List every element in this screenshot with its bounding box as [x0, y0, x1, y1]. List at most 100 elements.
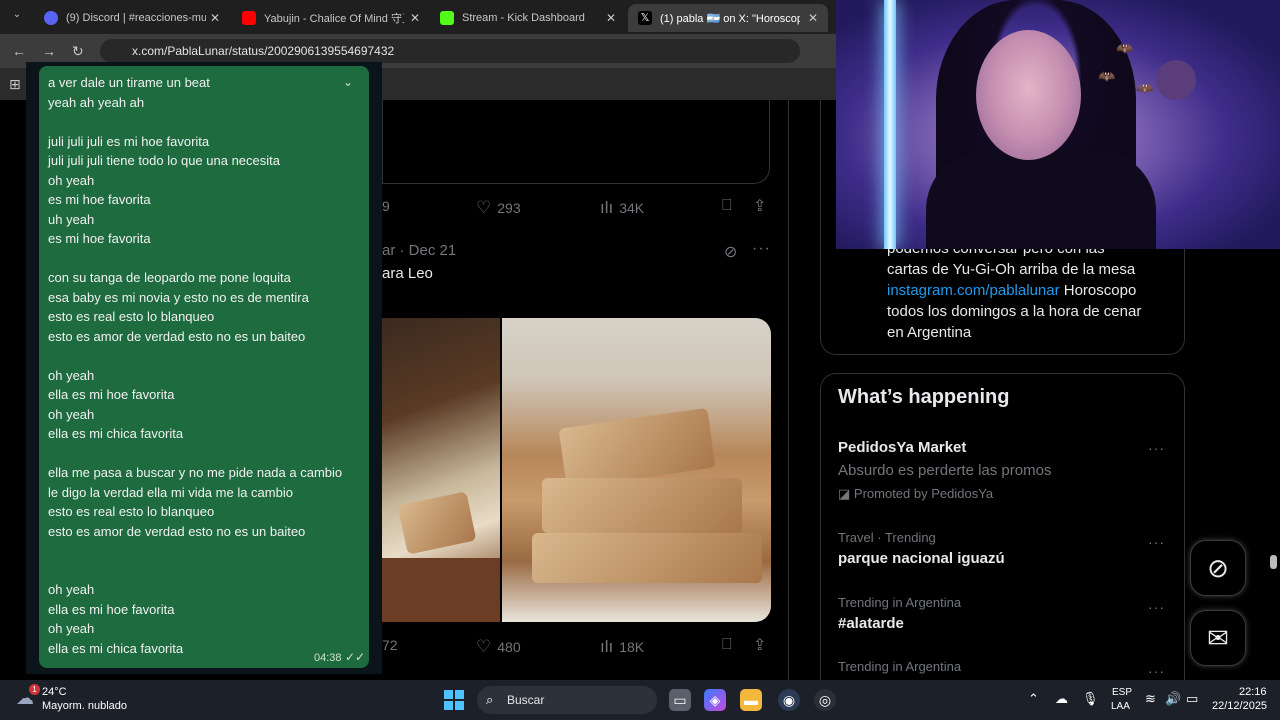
file-explorer-icon[interactable]: ▬: [740, 689, 762, 711]
lyric-line: ella es mi chica favorita: [48, 426, 184, 441]
nougat-piece: [532, 533, 762, 583]
apps-grid-icon[interactable]: ⊞: [9, 77, 23, 91]
bio-text: Horoscopo: [1059, 282, 1137, 299]
close-icon[interactable]: ✕: [410, 11, 420, 25]
nougat-piece: [397, 491, 477, 555]
nougat-piece: [542, 478, 742, 533]
taskbar-search[interactable]: ⌕ Buscar: [477, 686, 657, 714]
double-check-icon: ✓✓: [345, 650, 366, 664]
media-image-right[interactable]: [502, 318, 771, 622]
windows-start-icon[interactable]: [444, 690, 464, 710]
close-icon[interactable]: ✕: [210, 11, 220, 25]
tab-kick[interactable]: Stream - Kick Dashboard ✕: [430, 4, 626, 32]
back-arrow-icon[interactable]: ←: [12, 43, 26, 59]
windows-taskbar: ☁ 1 24°C Mayorm. nublado ⌕ Buscar ▭ ◈ ▬ …: [0, 680, 1280, 720]
lyric-line: juli juli juli es mi hoe favorita: [48, 133, 210, 149]
bat-decoration-icon: 🦇: [1116, 40, 1134, 56]
reply-count[interactable]: 72: [382, 637, 398, 653]
bat-decoration-icon: 🦇: [1136, 80, 1154, 96]
onedrive-icon[interactable]: ☁: [1055, 691, 1068, 707]
bio-line: instagram.com/pablalunar Horoscopo: [887, 280, 1172, 301]
profile-bio: podemos conversar pero con las cartas de…: [887, 238, 1172, 343]
whats-happening-panel: [820, 373, 1185, 683]
more-options-icon[interactable]: ···: [1148, 440, 1165, 456]
language-indicator[interactable]: ESP: [1112, 687, 1132, 698]
bookmark-icon[interactable]: ⎕: [722, 636, 732, 654]
lyric-line: ella es mi hoe favorita: [48, 601, 175, 617]
tab-x-active[interactable]: 𝕏 (1) pabla 🇦🇷 on X: "Horoscopo ✕: [628, 4, 828, 32]
views-button[interactable]: ılı 18K: [600, 637, 644, 657]
screen: ⌄ (9) Discord | #reacciones-musik ✕ Yabu…: [0, 0, 1280, 720]
nougat-piece: [558, 407, 716, 489]
task-view-icon[interactable]: ▭: [669, 689, 691, 711]
promoted-icon: ◪: [838, 486, 854, 501]
lyric-line: esto es amor de verdad esto no es un bai…: [48, 328, 306, 344]
clock-date[interactable]: 22/12/2025: [1212, 700, 1267, 712]
search-icon: ⌕: [486, 692, 494, 707]
discord-icon: [44, 11, 58, 25]
reply-count-text: 9: [382, 198, 390, 214]
grok-icon: ⊘: [1207, 552, 1229, 583]
weather-temp[interactable]: 24°C: [42, 686, 67, 698]
like-button[interactable]: ♡ 293: [476, 198, 521, 218]
share-icon[interactable]: ⇪: [753, 196, 766, 216]
scrollbar-thumb[interactable]: [1270, 555, 1277, 569]
weather-desc[interactable]: Mayorm. nublado: [42, 700, 127, 712]
bookmark-icon[interactable]: ⎕: [722, 197, 732, 215]
share-icon[interactable]: ⇪: [753, 635, 766, 655]
volume-icon[interactable]: 🔊: [1165, 691, 1181, 707]
close-icon[interactable]: ✕: [606, 11, 616, 25]
tab-title: (9) Discord | #reacciones-musik: [66, 12, 206, 24]
keyboard-layout[interactable]: LAA: [1111, 701, 1130, 712]
tab-search-icon[interactable]: ⌄: [8, 9, 26, 25]
obs-icon[interactable]: ◎: [814, 689, 836, 711]
tab-discord[interactable]: (9) Discord | #reacciones-musik ✕: [34, 4, 230, 32]
trend-name[interactable]: PedidosYa Market: [838, 439, 966, 456]
more-options-icon[interactable]: ···: [752, 240, 771, 258]
lyric-line: oh yeah: [48, 621, 95, 636]
tweet-meta: ar · Dec 21: [382, 242, 457, 259]
tweet-media[interactable]: [382, 318, 771, 622]
lyric-line: oh yeah: [48, 172, 95, 188]
media-image-left[interactable]: [382, 318, 500, 622]
search-placeholder: Buscar: [507, 693, 545, 707]
chrome-icon[interactable]: ◉: [778, 689, 800, 711]
tab-title: Stream - Kick Dashboard: [462, 12, 585, 24]
wifi-icon[interactable]: ≋: [1145, 691, 1156, 707]
trend-name[interactable]: parque nacional iguazú: [838, 550, 1005, 567]
close-icon[interactable]: ✕: [808, 11, 818, 25]
tab-youtube[interactable]: Yabujin - Chalice Of Mind 守卫 ✕: [232, 4, 430, 32]
reply-count[interactable]: 9: [382, 198, 390, 214]
promoted-label: ◪ Promoted by PedidosYa: [838, 486, 993, 502]
lyric-line: oh yeah: [48, 406, 95, 422]
copilot-icon[interactable]: ◈: [704, 689, 726, 711]
more-options-icon[interactable]: ···: [1148, 663, 1165, 679]
more-options-icon[interactable]: ···: [1148, 534, 1165, 550]
chevron-down-icon[interactable]: ⌄: [343, 75, 353, 89]
message-time: 04:38: [314, 652, 342, 664]
lyric-line: a ver dale un tirame un beat: [48, 75, 210, 90]
views-button[interactable]: ılı 34K: [600, 198, 644, 218]
person-body: [926, 150, 1156, 249]
quoted-card[interactable]: [382, 100, 770, 184]
grok-icon[interactable]: ⊘: [724, 242, 737, 262]
trend-name[interactable]: #alatarde: [838, 615, 904, 632]
reload-icon[interactable]: ↻: [72, 43, 84, 60]
address-bar[interactable]: x.com/PablaLunar/status/2002906139554697…: [100, 39, 800, 63]
whats-happening-title: What’s happening: [838, 386, 1010, 408]
clock-time[interactable]: 22:16: [1239, 686, 1267, 698]
led-light: [884, 0, 896, 249]
like-button[interactable]: ♡ 480: [476, 637, 521, 657]
battery-icon[interactable]: ▭: [1186, 691, 1198, 707]
instagram-link[interactable]: instagram.com/pablalunar: [887, 282, 1060, 299]
forward-arrow-icon[interactable]: →: [42, 43, 56, 59]
lyric-line: es mi hoe favorita: [48, 192, 151, 207]
lyric-line: oh yeah: [48, 367, 95, 383]
messages-button[interactable]: ✉: [1190, 610, 1246, 666]
microphone-icon[interactable]: 🎙: [1082, 691, 1099, 707]
grok-button[interactable]: ⊘: [1190, 540, 1246, 596]
more-options-icon[interactable]: ···: [1148, 599, 1165, 615]
lyric-line: juli juli juli tiene todo lo que una nec…: [48, 153, 280, 168]
lyric-line: ella me pasa a buscar y no me pide nada …: [48, 465, 343, 480]
tray-expand-icon[interactable]: ⌃: [1028, 691, 1039, 707]
